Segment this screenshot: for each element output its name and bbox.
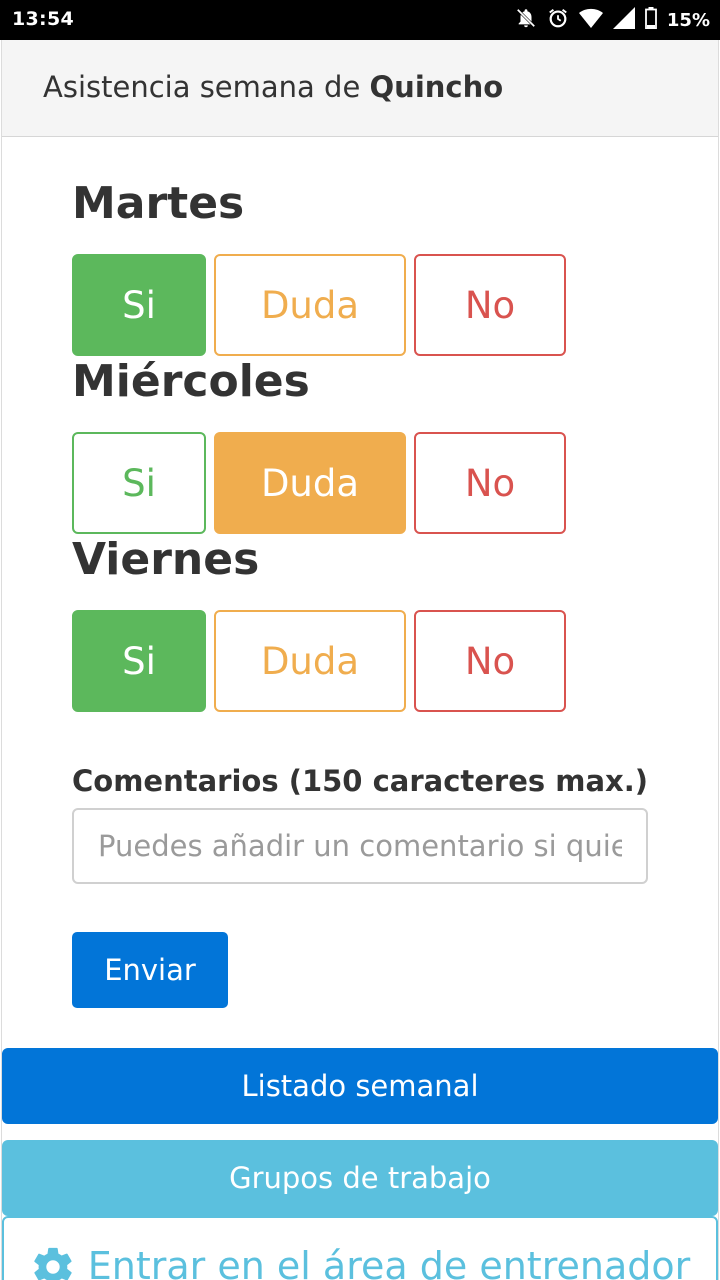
viernes-no-button[interactable]: No (414, 610, 566, 712)
viernes-si-button[interactable]: Si (72, 610, 206, 712)
miercoles-duda-button[interactable]: Duda (214, 432, 406, 534)
submit-button[interactable]: Enviar (72, 932, 228, 1008)
comment-input[interactable] (72, 808, 648, 884)
martes-no-button[interactable]: No (414, 254, 566, 356)
gear-icon (30, 1244, 76, 1280)
martes-si-button[interactable]: Si (72, 254, 206, 356)
coach-area-button[interactable]: Entrar en el área de entrenador (2, 1216, 718, 1280)
day-label-martes: Martes (72, 178, 245, 229)
day-label-miercoles: Miércoles (72, 356, 310, 407)
miercoles-no-button[interactable]: No (414, 432, 566, 534)
coach-area-label: Entrar en el área de entrenador (87, 1244, 691, 1280)
card-header: Asistencia semana de Quincho (2, 40, 718, 137)
day-label-viernes: Viernes (72, 534, 260, 585)
status-time: 13:54 (12, 8, 74, 30)
cell-signal-icon (612, 7, 635, 33)
title-prefix: Asistencia semana de (43, 70, 370, 104)
wifi-icon (578, 7, 603, 33)
martes-duda-button[interactable]: Duda (214, 254, 406, 356)
battery-icon (645, 7, 657, 33)
alarm-icon (547, 7, 569, 33)
comment-label: Comentarios (150 caracteres max.) (72, 764, 649, 798)
status-icons: 15% (515, 7, 710, 33)
status-bar: 13:54 15% (0, 0, 720, 40)
work-groups-button[interactable]: Grupos de trabajo (2, 1140, 718, 1216)
miercoles-si-button[interactable]: Si (72, 432, 206, 534)
notifications-off-icon (515, 7, 537, 33)
viernes-duda-button[interactable]: Duda (214, 610, 406, 712)
battery-percent: 15% (666, 9, 710, 31)
weekly-list-button[interactable]: Listado semanal (2, 1048, 718, 1124)
page-title: Asistencia semana de Quincho (43, 70, 503, 104)
player-name: Quincho (369, 70, 504, 104)
